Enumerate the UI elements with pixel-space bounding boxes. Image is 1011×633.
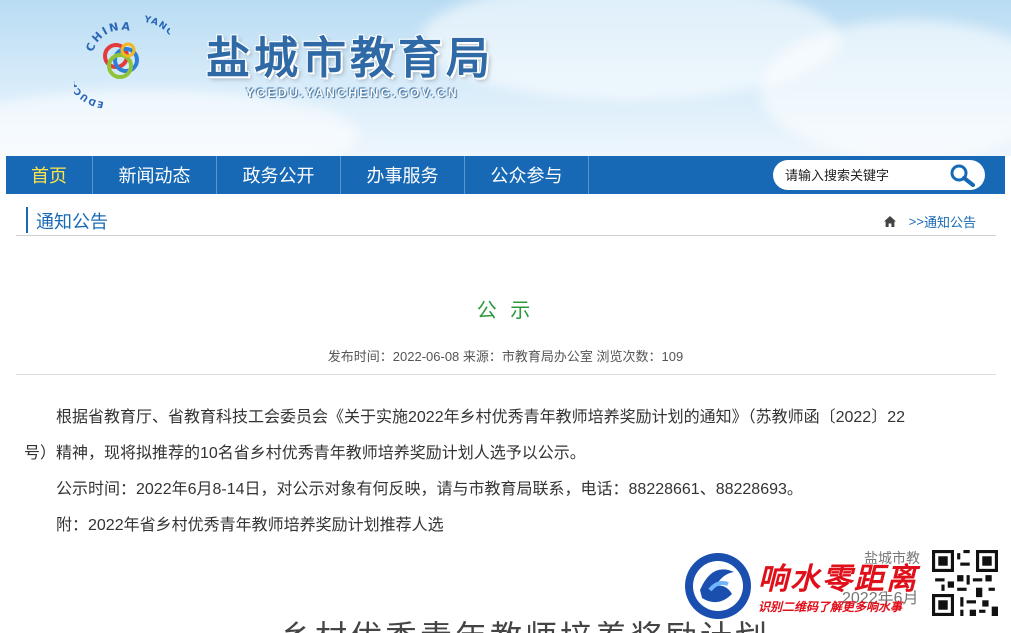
paragraph: 公示时间：2022年6月8-14日，对公示对象有何反映，请与市教育局联系，电话：… <box>56 481 803 498</box>
section-accent-bar <box>26 207 28 233</box>
site-header: CHINA EDUCATION YANCHENG 盐城市教育局 YCEDU.YA… <box>0 0 1011 156</box>
logo-text-left: EDUCATION <box>74 51 104 108</box>
main-nav: 首页 新闻动态 政务公开 办事服务 公众参与 <box>6 156 1005 194</box>
article-body: 根据省教育厅、省教育科技工会委员会《关于实施2022年乡村优秀青年教师培养奖励计… <box>24 400 924 544</box>
svg-text:EDUCATION: EDUCATION <box>74 51 105 108</box>
section-title: 通知公告 <box>36 212 108 232</box>
search-button[interactable] <box>947 162 977 188</box>
nav-item-government-affairs[interactable]: 政务公开 <box>217 156 341 194</box>
breadcrumb: >> 通知公告 <box>883 212 976 231</box>
article-title: 公 示 <box>476 300 535 322</box>
breadcrumb-current[interactable]: 通知公告 <box>924 212 976 231</box>
logo-text-right: YANCHENG <box>142 15 170 68</box>
svg-text:YANCHENG: YANCHENG <box>142 15 170 68</box>
attachment-note: 附：2022年省乡村优秀青年教师培养奖励计划推荐人选 <box>56 517 444 534</box>
breadcrumb-separator: >> <box>908 214 924 229</box>
watermark-title: 响水零距离 <box>758 562 918 597</box>
divider <box>16 374 996 375</box>
article-meta: 发布时间：2022-06-08 来源：市教育局办公室 浏览次数：109 <box>327 349 684 364</box>
nav-item-home[interactable]: 首页 <box>6 156 93 194</box>
site-domain: YCEDU.YANCHENG.GOV.CN <box>246 86 459 100</box>
watermark-logo-icon <box>685 553 751 619</box>
home-icon[interactable] <box>883 215 897 228</box>
site-title: 盐城市教育局 <box>206 33 494 84</box>
nav-item-news[interactable]: 新闻动态 <box>93 156 217 194</box>
search-input[interactable] <box>785 167 935 183</box>
watermark-subtitle: 识别二维码了解更多响水事 <box>758 600 903 614</box>
nav-item-services[interactable]: 办事服务 <box>341 156 465 194</box>
breadcrumb-bar: 通知公告 >> 通知公告 <box>16 204 996 236</box>
search-box <box>773 160 985 190</box>
paragraph: 根据省教育厅、省教育科技工会委员会《关于实施2022年乡村优秀青年教师培养奖励计… <box>24 409 905 462</box>
education-logo-icon[interactable]: CHINA EDUCATION YANCHENG <box>74 12 170 108</box>
nav-item-public-participation[interactable]: 公众参与 <box>465 156 589 194</box>
search-icon <box>950 164 975 187</box>
qr-code-icon[interactable] <box>932 550 998 616</box>
watermark-overlay: 响水零距离 识别二维码了解更多响水事 <box>680 548 1011 633</box>
